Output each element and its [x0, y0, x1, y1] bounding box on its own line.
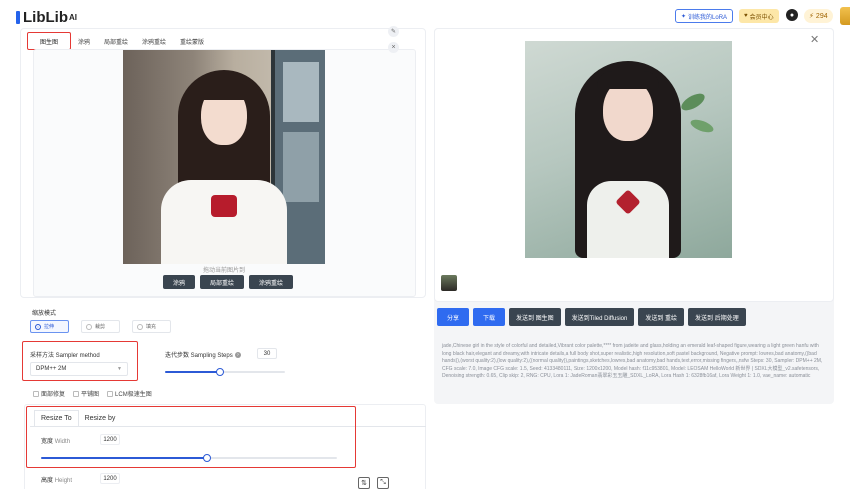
output-actions: 分享 下载 发送到 图生图 发送到Tiled Diffusion 发送到 重绘 …	[437, 308, 746, 326]
send-to-img2img-button[interactable]: 发送到 图生图	[509, 308, 561, 326]
scale-option-crop[interactable]: 裁剪	[81, 320, 120, 333]
height-label-cn: 高度	[41, 478, 54, 484]
checkbox-label: 面部修复	[41, 392, 66, 398]
send-to-sketch-button[interactable]: 涂鸦	[163, 275, 196, 289]
face-restore-checkbox[interactable]: 面部修复	[33, 389, 65, 398]
window-pane-lower	[283, 132, 319, 202]
member-label: 会员中心	[749, 14, 774, 21]
download-button[interactable]: 下载	[473, 308, 505, 326]
scale-option-label: 拉伸	[44, 324, 55, 330]
radio-dot-icon	[86, 323, 92, 330]
train-lora-label: 训练我的LoRA	[688, 14, 728, 21]
width-label: 宽度 Width	[41, 436, 70, 445]
scale-option-label: 填充	[146, 324, 157, 330]
leaf-shape-lower	[689, 117, 715, 135]
bow-shape	[211, 195, 237, 217]
send-to-inpaint-output-button[interactable]: 发送到 重绘	[638, 308, 685, 326]
share-button[interactable]: 分享	[437, 308, 469, 326]
checkbox-icon	[33, 390, 39, 397]
lcm-checkbox[interactable]: LCM极速生图	[107, 389, 152, 398]
aspect-ratio-icon[interactable]: ⤡	[377, 477, 389, 489]
tab-inpaint-mask[interactable]: 重绘蒙版	[173, 32, 211, 50]
tab-img2img[interactable]: 图生图	[27, 32, 71, 50]
sparkle-icon: ✦	[681, 13, 687, 20]
radio-dot-icon	[35, 323, 41, 330]
send-to-extras-button[interactable]: 发送到 后期处理	[688, 308, 746, 326]
steps-slider[interactable]	[165, 368, 285, 376]
width-slider-fill	[41, 457, 207, 459]
send-to-sketch-inpaint-button[interactable]: 涂鸦重绘	[249, 275, 294, 289]
scale-option-stretch[interactable]: 拉伸	[30, 320, 69, 333]
checkbox-label: 平铺图	[81, 392, 100, 398]
steps-input[interactable]: 30	[257, 348, 277, 359]
send-to-inpaint-button[interactable]: 局部重绘	[200, 275, 245, 289]
logo-text: LibLib	[23, 8, 68, 26]
logo-mark-icon	[16, 10, 20, 24]
sampler-value: DPM++ 2M	[36, 366, 67, 372]
option-checkboxes: 面部修复 平铺图 LCM极速生图	[33, 389, 152, 398]
points-value: 294	[815, 12, 828, 20]
send-to-row: 涂鸦 局部重绘 涂鸦重绘	[163, 275, 294, 289]
logo-sup: AI	[69, 12, 77, 22]
close-icon[interactable]: ×	[388, 42, 399, 53]
chevron-down-icon: ▼	[117, 366, 122, 372]
checkbox-icon	[107, 390, 114, 397]
shirt-shape	[161, 180, 287, 264]
steps-label: 迭代步数 Sampling Steps ?	[165, 350, 241, 359]
bangs-shape	[195, 80, 253, 100]
generation-info: jade,Chinese girl in the style of colorf…	[442, 343, 823, 380]
output-thumbnail[interactable]	[441, 275, 457, 291]
tab-sketch-inpaint[interactable]: 涂鸦重绘	[135, 32, 173, 50]
sampler-select[interactable]: DPM++ 2M ▼	[30, 362, 128, 376]
height-label-en: Height	[54, 478, 73, 484]
scale-option-fill[interactable]: 填充	[132, 320, 171, 333]
image-drop-area[interactable]	[33, 49, 416, 297]
window-pane	[283, 62, 319, 122]
width-input[interactable]: 1200	[100, 434, 120, 445]
leaf-shape	[678, 90, 708, 114]
height-label: 高度 Height	[41, 475, 72, 484]
width-label-cn: 宽度	[41, 439, 54, 445]
member-center-button[interactable]: ♥ 会员中心	[739, 9, 779, 23]
lightning-icon: ⚡	[809, 13, 814, 20]
drop-hint: 拖动当前图片到	[202, 268, 245, 274]
width-slider-handle[interactable]	[202, 454, 211, 462]
tab-inpaint[interactable]: 局部重绘	[97, 32, 135, 50]
steps-label-text: 迭代步数 Sampling Steps	[165, 353, 233, 359]
tab-sketch[interactable]: 涂鸦	[71, 32, 97, 50]
send-to-tiled-diffusion-button[interactable]: 发送到Tiled Diffusion	[564, 308, 635, 326]
pencil-icon[interactable]: ✎	[388, 26, 399, 37]
steps-slider-handle[interactable]	[216, 368, 225, 376]
scale-mode-label: 缩放模式	[32, 311, 57, 317]
heart-icon: ♥	[744, 13, 748, 19]
scale-mode-options: 拉伸 裁剪 填充	[30, 320, 171, 333]
image-input-card: 图生图 涂鸦 局部重绘 涂鸦重绘 重绘蒙版 拖动当前图片到 涂鸦 局部重绘 涂鸦…	[20, 28, 426, 298]
close-output-icon[interactable]: ✕	[810, 33, 819, 46]
input-image	[123, 50, 325, 264]
height-input[interactable]: 1200	[100, 473, 120, 484]
checkbox-label: LCM极速生图	[115, 392, 152, 398]
mode-tabs: 图生图 涂鸦 局部重绘 涂鸦重绘 重绘蒙版	[27, 31, 211, 51]
notification-icon[interactable]: ●	[786, 9, 798, 21]
width-label-en: Width	[54, 439, 71, 445]
help-icon[interactable]: ?	[234, 351, 241, 358]
scale-option-label: 裁剪	[95, 324, 106, 330]
train-lora-button[interactable]: ✦ 训练我的LoRA	[675, 9, 734, 23]
steps-slider-fill	[165, 371, 221, 373]
tiling-checkbox[interactable]: 平铺图	[73, 389, 99, 398]
bangs-shape	[597, 71, 659, 89]
radio-dot-icon	[137, 323, 143, 330]
swap-dimensions-icon[interactable]: ⇅	[358, 477, 370, 489]
app-root: LibLib AI ✦ 训练我的LoRA ♥ 会员中心 ● ⚡ 294 图生图 …	[0, 0, 850, 489]
checkbox-icon	[73, 390, 80, 397]
output-image[interactable]	[525, 41, 732, 258]
points-badge[interactable]: ⚡ 294	[804, 9, 833, 23]
avatar[interactable]	[840, 7, 850, 25]
logo[interactable]: LibLib AI	[16, 8, 77, 26]
sampler-label: 采样方法 Sampler method	[30, 353, 100, 359]
width-slider[interactable]	[41, 454, 337, 462]
